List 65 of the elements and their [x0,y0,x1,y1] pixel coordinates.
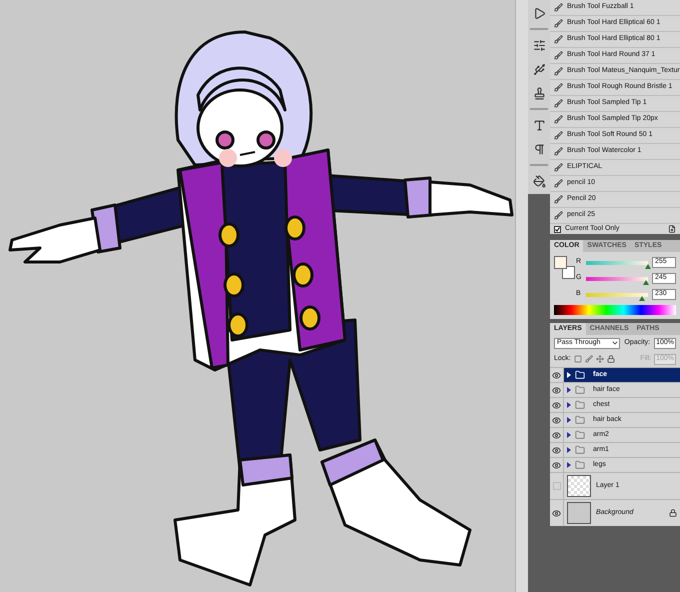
background-swatch[interactable] [562,266,575,279]
sliders-icon [532,38,546,52]
lock-brush-icon[interactable] [584,355,593,363]
layer-thumbnail [567,502,591,524]
expand-triangle-icon[interactable] [567,402,571,408]
lock-position-icon[interactable] [596,355,604,363]
eye-icon [552,370,561,380]
brush-icon [554,131,563,140]
play-icon [532,6,546,20]
current-tool-checkbox[interactable] [554,226,561,232]
brush-icon [554,163,563,172]
eye-icon [552,446,561,454]
expand-triangle-icon[interactable] [567,447,571,453]
brush-icon [554,35,563,44]
new-preset-icon[interactable] [668,225,676,233]
expand-triangle-icon[interactable] [567,432,571,438]
eye-icon [552,386,561,394]
folder-icon [575,400,585,410]
visibility-toggle[interactable] [550,443,564,457]
brush-icon [554,99,563,108]
lock-icon [669,509,677,517]
brush-icon [554,3,563,12]
folder-icon [575,460,585,470]
folder-icon [575,430,585,440]
lock-transparency-icon[interactable] [574,355,582,363]
folder-icon [575,415,585,425]
folder-icon [575,370,585,380]
expand-triangle-icon[interactable] [567,417,571,423]
canvas-scrollbar[interactable] [515,0,528,592]
visibility-toggle[interactable] [550,428,564,442]
eye-icon [552,400,561,410]
brush-icon [554,83,563,92]
visibility-toggle[interactable] [550,500,564,526]
brush-icon [554,67,563,76]
visibility-toggle[interactable] [550,458,564,472]
brush-icon [554,195,563,204]
visibility-toggle[interactable] [550,398,564,412]
brush-icon [554,147,563,156]
eye-icon [552,460,561,470]
pilcrow-icon [532,142,546,156]
folder-icon [575,445,585,455]
eye-icon [552,416,561,424]
brush-icon [554,115,563,124]
stamp-icon [532,86,546,100]
eye-icon [552,430,561,440]
foreground-swatch[interactable] [554,256,567,269]
brush-icon [554,19,563,28]
color-spectrum[interactable] [554,305,676,315]
paint-bucket-icon [532,174,546,188]
eye-icon [552,508,561,518]
brush-icon [554,211,563,220]
visibility-toggle[interactable] [550,413,564,427]
expand-triangle-icon[interactable] [567,387,571,393]
chevron-down-icon [611,339,620,347]
brush-icon [554,179,563,188]
type-icon [532,118,546,132]
brush-icon [554,51,563,60]
lock-all-icon[interactable] [606,355,615,363]
folder-icon [575,385,585,395]
visibility-toggle[interactable] [550,383,564,397]
layer-thumbnail [567,475,591,497]
expand-triangle-icon[interactable] [567,462,571,468]
visibility-toggle[interactable] [550,473,564,499]
usb-icon [532,62,546,76]
visibility-toggle[interactable] [550,368,564,382]
